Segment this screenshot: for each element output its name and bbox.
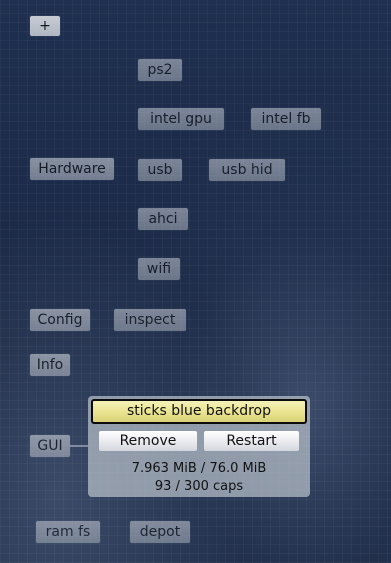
node-intel-gpu[interactable]: intel gpu (138, 108, 224, 130)
node-ram-fs-label: ram fs (45, 524, 91, 540)
node-config-label: Config (37, 312, 83, 328)
node-inspect[interactable]: inspect (114, 309, 186, 331)
node-intel-fb-label: intel fb (261, 111, 311, 127)
add-button[interactable]: + (30, 16, 60, 36)
node-gui-label: GUI (37, 438, 63, 454)
popup-title[interactable]: sticks blue backdrop (91, 399, 307, 424)
node-usb[interactable]: usb (138, 159, 182, 181)
node-intel-fb[interactable]: intel fb (251, 108, 321, 130)
remove-button[interactable]: Remove (99, 431, 197, 451)
node-usb-hid-label: usb hid (221, 162, 273, 178)
node-hardware[interactable]: Hardware (30, 158, 114, 180)
node-wifi-label: wifi (146, 261, 172, 277)
restart-button[interactable]: Restart (204, 431, 299, 451)
node-hardware-label: Hardware (38, 161, 106, 177)
node-ps2-label: ps2 (147, 62, 173, 78)
node-inspect-label: inspect (124, 312, 176, 328)
plus-icon: + (39, 18, 51, 34)
node-gui[interactable]: GUI (30, 435, 70, 457)
node-config[interactable]: Config (30, 309, 90, 331)
node-ahci-label: ahci (148, 211, 178, 227)
memory-usage: 7.963 MiB / 76.0 MiB (131, 461, 267, 476)
component-popup: sticks blue backdrop Remove Restart 7.96… (88, 396, 310, 497)
caps-usage: 93 / 300 caps (154, 479, 244, 494)
node-ahci[interactable]: ahci (138, 208, 188, 230)
node-info-label: Info (36, 357, 64, 373)
node-depot[interactable]: depot (130, 521, 190, 543)
node-depot-label: depot (139, 524, 181, 540)
node-wifi[interactable]: wifi (138, 258, 180, 280)
node-ps2[interactable]: ps2 (138, 59, 182, 81)
node-ram-fs[interactable]: ram fs (36, 521, 100, 543)
node-intel-gpu-label: intel gpu (150, 111, 212, 127)
node-info[interactable]: Info (30, 354, 70, 376)
node-usb-hid[interactable]: usb hid (209, 159, 285, 181)
node-usb-label: usb (147, 162, 173, 178)
